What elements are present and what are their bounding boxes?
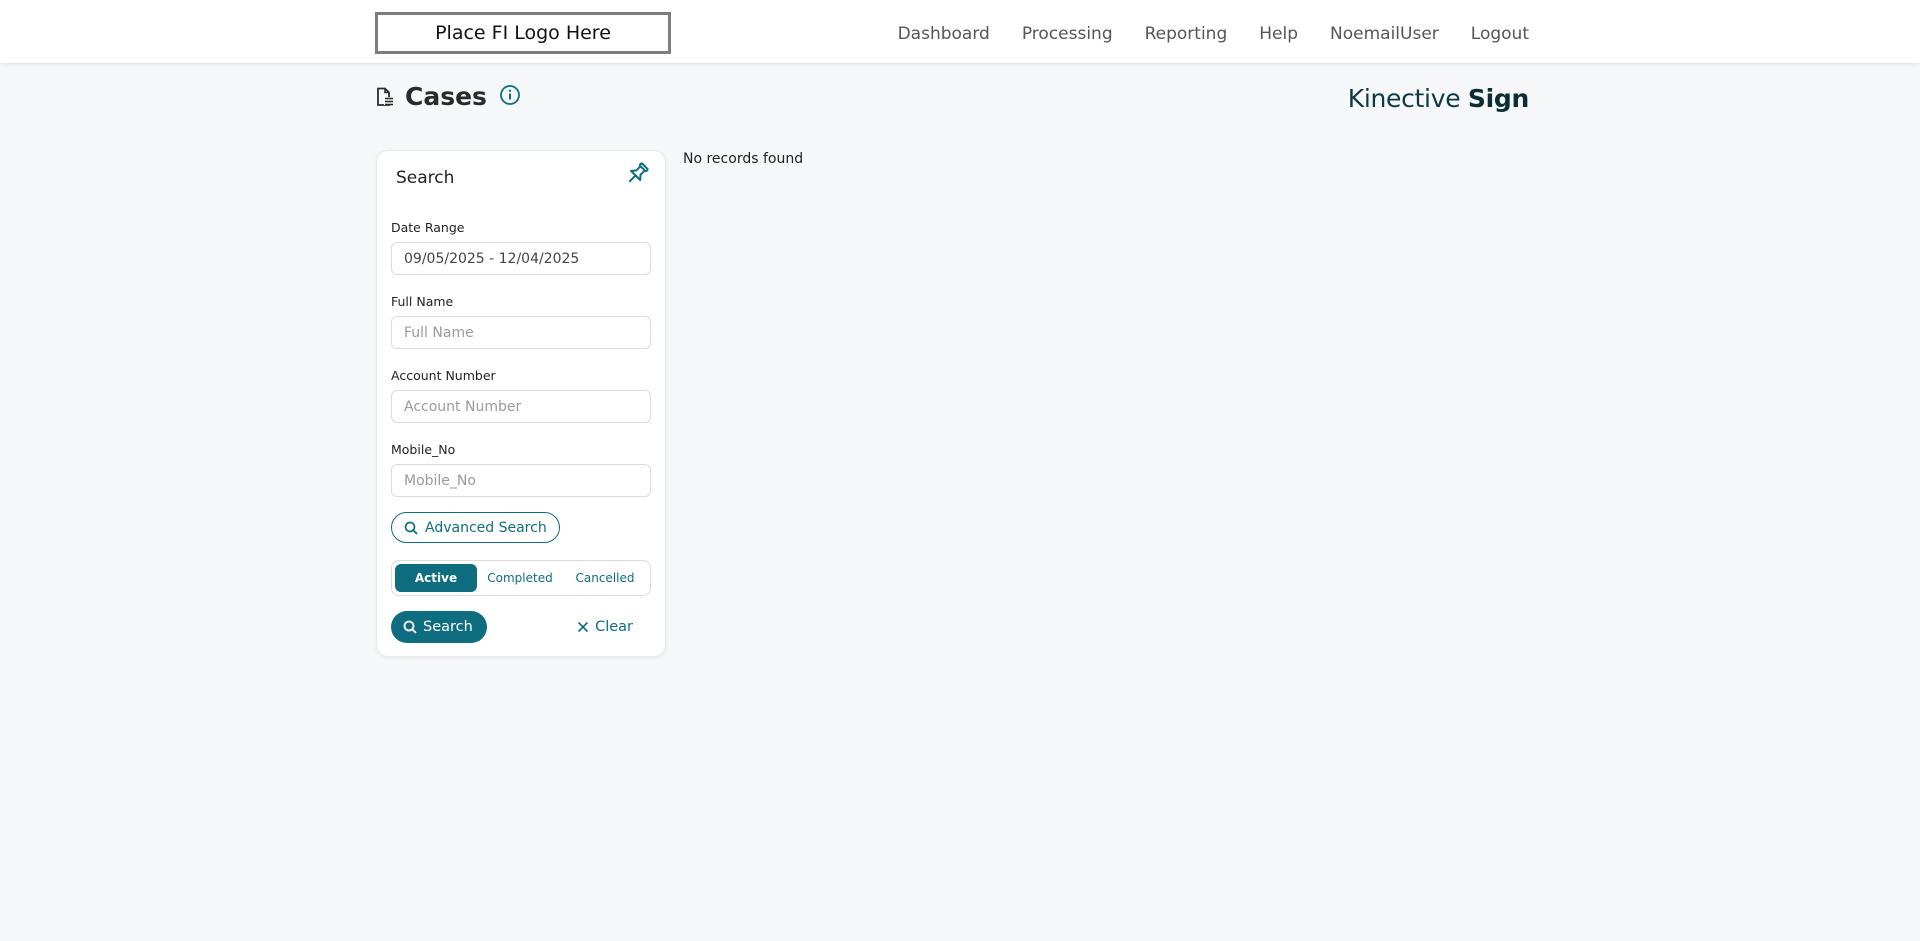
full-name-input[interactable]	[391, 316, 651, 349]
date-range-label: Date Range	[391, 220, 465, 235]
nav-processing[interactable]: Processing	[1022, 24, 1113, 44]
mobile-no-input[interactable]	[391, 464, 651, 497]
search-button[interactable]: Search	[391, 611, 487, 643]
pin-icon[interactable]	[624, 161, 650, 187]
nav-user[interactable]: NoemailUser	[1330, 24, 1439, 44]
search-panel: Search Date Range Full Name Account Numb…	[376, 150, 666, 657]
advanced-search-label: Advanced Search	[425, 519, 547, 536]
account-number-label: Account Number	[391, 368, 496, 383]
no-records-message: No records found	[683, 151, 804, 167]
page-title: Cases	[405, 82, 487, 111]
account-number-input[interactable]	[391, 390, 651, 423]
main-nav: Dashboard Processing Reporting Help Noem…	[898, 0, 1529, 68]
brand-bold-text: Sign	[1467, 84, 1529, 113]
full-name-label: Full Name	[391, 294, 454, 309]
mobile-no-label: Mobile_No	[391, 442, 456, 457]
close-icon	[578, 621, 589, 633]
nav-logout[interactable]: Logout	[1471, 24, 1529, 44]
status-toggle: Active Completed Cancelled	[391, 560, 651, 596]
top-bar: Place FI Logo Here Dashboard Processing …	[0, 0, 1920, 63]
nav-help[interactable]: Help	[1259, 24, 1298, 44]
page-header: Cases	[375, 82, 521, 111]
search-icon	[403, 620, 417, 634]
search-icon	[404, 521, 418, 535]
advanced-search-button[interactable]: Advanced Search	[391, 512, 560, 543]
date-range-input[interactable]	[391, 242, 651, 275]
nav-reporting[interactable]: Reporting	[1145, 24, 1228, 44]
brand-text: Kinective	[1347, 84, 1468, 113]
tab-active[interactable]: Active	[395, 564, 477, 592]
logo-text: Place FI Logo Here	[435, 22, 611, 44]
info-icon[interactable]	[499, 84, 521, 106]
brand-wordmark: Kinective Sign	[1347, 84, 1530, 113]
fi-logo-placeholder[interactable]: Place FI Logo Here	[375, 12, 671, 54]
search-button-label: Search	[423, 619, 473, 635]
nav-dashboard[interactable]: Dashboard	[898, 24, 990, 44]
document-list-icon	[377, 87, 393, 106]
clear-button[interactable]: Clear	[571, 611, 639, 643]
tab-cancelled[interactable]: Cancelled	[563, 564, 647, 592]
clear-button-label: Clear	[595, 619, 633, 635]
search-panel-title: Search	[396, 168, 455, 188]
tab-completed[interactable]: Completed	[477, 564, 563, 592]
